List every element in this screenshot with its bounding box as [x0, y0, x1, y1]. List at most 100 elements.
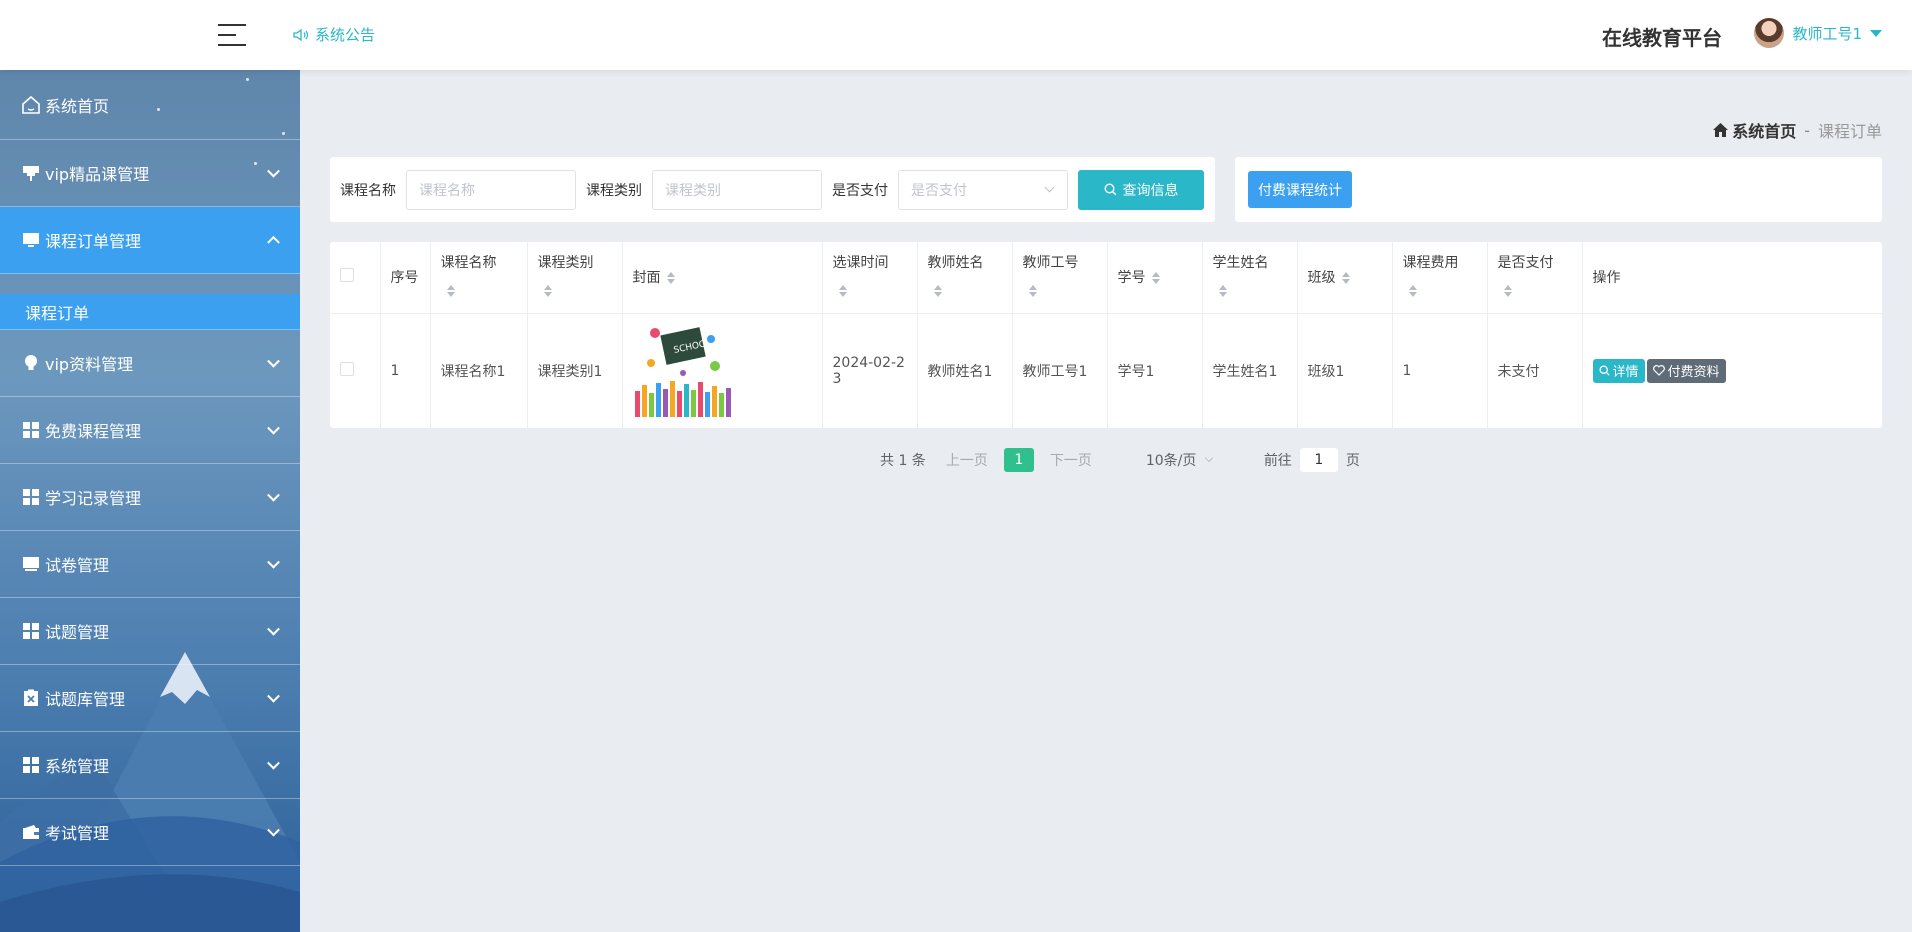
sidebar-item-label: 试题管理	[45, 623, 110, 642]
select-time-line: 2024-02-2	[832, 354, 905, 371]
sidebar-item-label: 学习记录管理	[45, 489, 142, 508]
chevron-down-icon	[267, 488, 280, 502]
column-header-label: 教师姓名	[927, 255, 984, 272]
sort-icon[interactable]	[1408, 285, 1417, 298]
select-all-cell	[330, 242, 381, 314]
goto-page: 前往 1 页	[1264, 448, 1360, 472]
row-checkbox[interactable]	[340, 361, 354, 376]
chevron-down-icon	[1044, 182, 1055, 192]
goto-suffix: 页	[1345, 453, 1360, 469]
cell-student-name: 学生姓名1	[1202, 313, 1298, 428]
sort-icon[interactable]	[933, 285, 942, 298]
goto-page-input[interactable]: 1	[1299, 448, 1338, 472]
orders-table: 序号 课程名称 课程类别 封面 选课时间 教师姓名 教师工号 学号 学生姓名 班…	[330, 242, 1882, 428]
sort-icon[interactable]	[1151, 272, 1160, 285]
course-type-input[interactable]: 课程类别	[652, 169, 822, 210]
chevron-down-icon	[267, 756, 280, 770]
sidebar-item-questions[interactable]: 试题管理	[0, 598, 300, 665]
chevron-down-icon	[267, 555, 280, 569]
table-header-row: 序号 课程名称 课程类别 封面 选课时间 教师姓名 教师工号 学号 学生姓名 班…	[330, 242, 1882, 314]
cell-paid: 未支付	[1487, 313, 1583, 428]
breadcrumb-home[interactable]: 系统首页	[1713, 118, 1796, 142]
sidebar-item-exams[interactable]: 考试管理	[0, 799, 300, 866]
course-cover-image[interactable]: SCHOOL	[632, 320, 733, 421]
detail-button[interactable]: 详情	[1592, 358, 1645, 383]
chevron-up-icon	[267, 235, 280, 249]
sidebar-item-system[interactable]: 系统管理	[0, 732, 300, 799]
sidebar-item-exam-papers[interactable]: 试卷管理	[0, 531, 300, 598]
breadcrumb-separator: -	[1804, 120, 1810, 140]
column-header-label: 学生姓名	[1212, 255, 1269, 272]
sort-icon[interactable]	[666, 272, 675, 285]
cell-class: 班级1	[1297, 313, 1393, 428]
pagination: 共 1 条 上一页 1 下一页 10条/页 前往 1 页	[880, 448, 1360, 472]
column-header: 学生姓名	[1202, 242, 1298, 314]
sort-icon[interactable]	[838, 285, 847, 298]
prev-page-button[interactable]: 上一页	[946, 450, 988, 470]
column-header-label: 课程类别	[537, 255, 594, 272]
sidebar-item-study-records[interactable]: 学习记录管理	[0, 464, 300, 531]
search-icon	[1103, 183, 1116, 196]
sort-icon[interactable]	[1028, 285, 1037, 298]
system-notice-link[interactable]: 系统公告	[293, 24, 375, 45]
system-notice-label: 系统公告	[315, 26, 376, 44]
page-size-select[interactable]: 10条/页	[1146, 450, 1226, 470]
select-all-checkbox[interactable]	[340, 268, 354, 283]
column-header: 学号	[1107, 242, 1203, 314]
sidebar-item-free-courses[interactable]: 免费课程管理	[0, 397, 300, 464]
user-menu[interactable]: 教师工号1	[1754, 18, 1882, 48]
menu-toggle-icon[interactable]	[218, 24, 246, 46]
column-header: 教师姓名	[917, 242, 1013, 314]
cell-teacher-id: 教师工号1	[1012, 313, 1108, 428]
sidebar-item-label: 免费课程管理	[45, 422, 142, 441]
monitor-icon	[20, 230, 41, 251]
column-header-label: 课程名称	[440, 255, 497, 272]
sidebar-item-label: 系统首页	[45, 96, 110, 116]
next-page-button[interactable]: 下一页	[1050, 450, 1092, 470]
search-icon	[1598, 365, 1610, 376]
pagination-total: 共 1 条	[880, 453, 926, 469]
breadcrumb-home-label: 系统首页	[1732, 122, 1797, 141]
grid-icon	[20, 420, 41, 441]
paid-material-button[interactable]: 付费资料	[1646, 358, 1726, 383]
column-header: 班级	[1297, 242, 1393, 314]
sidebar-item-label: 考试管理	[45, 824, 110, 843]
column-header: 选课时间	[822, 242, 918, 314]
column-header-label: 学号	[1117, 270, 1146, 287]
query-button-label: 查询信息	[1122, 182, 1179, 199]
bulb-icon	[20, 353, 41, 374]
sort-icon[interactable]	[1341, 272, 1350, 285]
sidebar-item-course-orders[interactable]: 课程订单管理	[0, 207, 300, 274]
chevron-down-icon	[267, 823, 280, 837]
column-header: 课程类别	[527, 242, 623, 314]
sort-icon[interactable]	[543, 285, 552, 298]
clipboard-x-icon	[20, 688, 41, 709]
breadcrumb: 系统首页 - 课程订单	[1713, 118, 1882, 142]
sidebar-item-question-bank[interactable]: 试题库管理	[0, 665, 300, 732]
paid-course-stats-button[interactable]: 付费课程统计	[1248, 171, 1352, 208]
detail-button-label: 详情	[1612, 365, 1639, 381]
query-button[interactable]: 查询信息	[1078, 169, 1204, 210]
sidebar-item-home[interactable]: 系统首页	[0, 70, 300, 140]
sidebar-item-label: vip精品课管理	[45, 165, 150, 184]
sort-icon[interactable]	[1218, 285, 1227, 298]
platform-title: 在线教育平台	[1602, 26, 1722, 50]
sort-icon[interactable]	[446, 285, 455, 298]
column-header: 是否支付	[1487, 242, 1583, 314]
column-header-label: 教师工号	[1022, 255, 1079, 272]
column-header-label: 班级	[1307, 270, 1336, 287]
cell-actions: 详情 付费资料	[1582, 313, 1882, 428]
sidebar-subitem-course-order[interactable]: 课程订单	[0, 294, 300, 330]
chevron-down-icon	[1205, 453, 1214, 463]
wallet-icon	[20, 822, 41, 843]
pin-icon	[20, 163, 41, 184]
chevron-down-icon	[267, 622, 280, 636]
page-number-current[interactable]: 1	[1003, 448, 1034, 472]
breadcrumb-current: 课程订单	[1817, 122, 1882, 141]
sidebar-item-vip-materials[interactable]: vip资料管理	[0, 330, 300, 397]
sort-icon[interactable]	[1503, 285, 1512, 298]
paid-select[interactable]: 是否支付	[898, 169, 1068, 210]
course-name-input[interactable]: 课程名称	[406, 169, 576, 210]
sidebar-item-vip-course[interactable]: vip精品课管理	[0, 140, 300, 207]
sidebar-item-label: 系统管理	[45, 757, 110, 776]
